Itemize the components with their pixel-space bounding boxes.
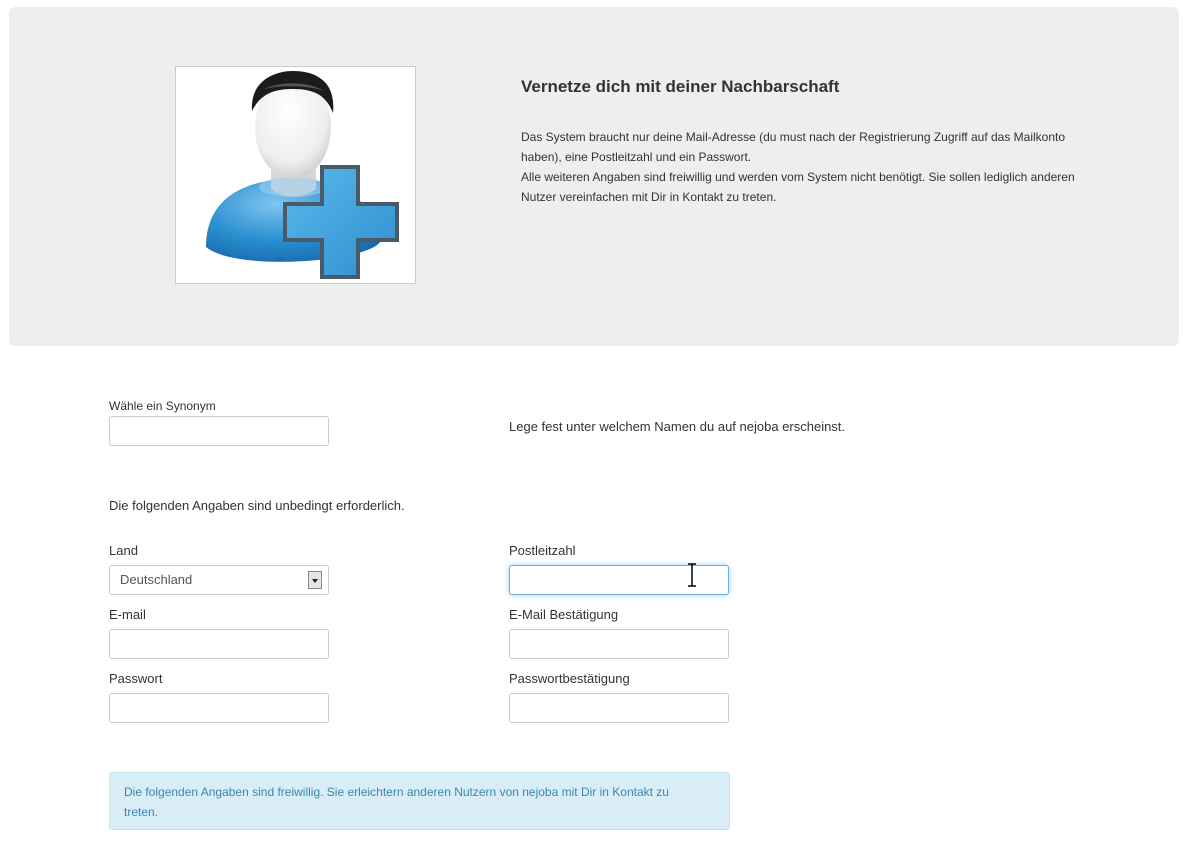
email-label: E-mail	[109, 607, 146, 622]
password-confirm-label: Passwortbestätigung	[509, 671, 630, 686]
country-select[interactable]: Deutschland	[109, 565, 329, 595]
hero-title: Vernetze dich mit deiner Nachbarschaft	[521, 77, 840, 96]
country-label: Land	[109, 543, 138, 558]
hero-description: Das System braucht nur deine Mail-Adress…	[521, 127, 1091, 207]
hero-paragraph-2: Alle weiteren Angaben sind freiwillig un…	[521, 170, 1075, 204]
email-input[interactable]	[109, 629, 329, 659]
synonym-label: Wähle ein Synonym	[109, 399, 216, 413]
password-confirm-input[interactable]	[509, 693, 729, 723]
user-add-icon	[206, 71, 399, 279]
chevron-down-icon[interactable]	[308, 571, 322, 589]
synonym-hint: Lege fest unter welchem Namen du auf nej…	[509, 419, 846, 434]
user-add-image	[175, 66, 416, 284]
optional-info-alert: Die folgenden Angaben sind freiwillig. S…	[109, 772, 730, 830]
password-input[interactable]	[109, 693, 329, 723]
hero-panel: Vernetze dich mit deiner Nachbarschaft D…	[9, 7, 1179, 346]
country-select-value: Deutschland	[120, 572, 193, 587]
synonym-input[interactable]	[109, 416, 329, 446]
required-note: Die folgenden Angaben sind unbedingt erf…	[109, 498, 405, 513]
text-cursor-icon	[688, 563, 696, 587]
email-confirm-label: E-Mail Bestätigung	[509, 607, 619, 622]
zip-label: Postleitzahl	[509, 543, 576, 558]
hero-paragraph-1: Das System braucht nur deine Mail-Adress…	[521, 130, 1066, 164]
password-label: Passwort	[109, 671, 163, 686]
email-confirm-input[interactable]	[509, 629, 729, 659]
